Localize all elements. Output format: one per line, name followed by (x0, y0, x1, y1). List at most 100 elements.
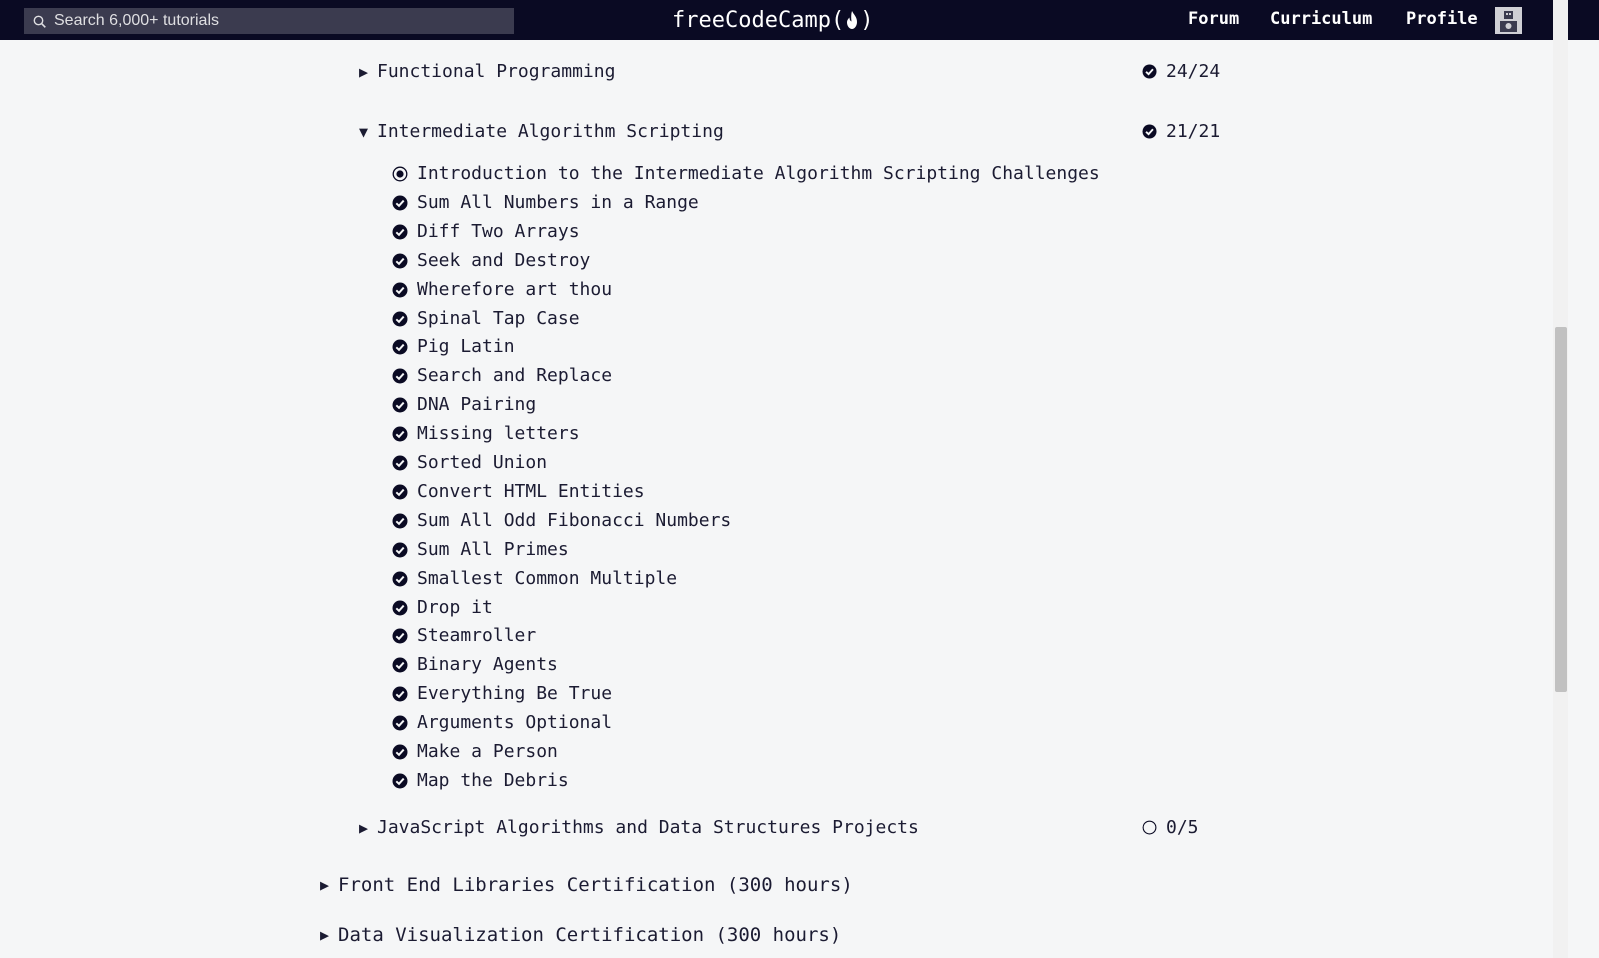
challenge-title: Search and Replace (417, 365, 613, 386)
top-navbar: freeCodeCamp( ) Forum Curriculum Profile (0, 0, 1599, 40)
challenge-title: Drop it (417, 597, 493, 618)
logo-text: freeCodeCamp( (672, 7, 845, 33)
challenge-title: Diff Two Arrays (417, 221, 580, 242)
check-circle-icon (1142, 64, 1157, 79)
challenge-link[interactable]: Sum All Odd Fibonacci Numbers (392, 510, 731, 531)
challenge-title: Introduction to the Intermediate Algorit… (417, 163, 1100, 184)
challenge-link[interactable]: Search and Replace (392, 365, 612, 386)
check-circle-icon (392, 311, 408, 326)
check-circle-icon (392, 484, 408, 499)
challenge-title: Sum All Primes (417, 539, 569, 560)
block-progress-value: 24/24 (1166, 61, 1221, 82)
search-icon (33, 15, 46, 28)
nav-forum-link[interactable]: Forum (1188, 9, 1239, 29)
check-circle-icon (392, 628, 408, 643)
check-circle-icon (392, 253, 408, 268)
block-progress: 0/5 (1142, 817, 1199, 838)
freecodecamp-logo[interactable]: freeCodeCamp( ) (672, 5, 873, 35)
check-circle-icon (392, 426, 408, 441)
challenge-title: Steamroller (417, 625, 537, 646)
challenge-title: Missing letters (417, 423, 580, 444)
challenge-link[interactable]: Binary Agents (392, 654, 558, 675)
block-title: Functional Programming (377, 61, 616, 82)
check-circle-icon (1142, 124, 1157, 139)
radio-selected-icon (392, 166, 408, 181)
challenge-link[interactable]: Spinal Tap Case (392, 308, 580, 329)
challenge-title: DNA Pairing (417, 394, 537, 415)
challenge-link[interactable]: Wherefore art thou (392, 279, 612, 300)
empty-circle-icon (1142, 820, 1157, 835)
logo-text-close: ) (860, 7, 874, 33)
challenge-title: Convert HTML Entities (417, 481, 645, 502)
challenge-title: Arguments Optional (417, 712, 613, 733)
challenge-link[interactable]: Missing letters (392, 423, 580, 444)
challenge-title: Pig Latin (417, 336, 515, 357)
superblock-toggle-data-visualization[interactable]: ▶ Data Visualization Certification (300 … (320, 924, 841, 946)
search-bar[interactable] (24, 8, 514, 34)
check-circle-icon (392, 513, 408, 528)
scrollbar-thumb[interactable] (1555, 327, 1567, 692)
block-progress: 21/21 (1142, 121, 1220, 142)
flame-icon (847, 11, 858, 29)
challenge-title: Binary Agents (417, 654, 558, 675)
challenge-title: Smallest Common Multiple (417, 568, 678, 589)
check-circle-icon (392, 195, 408, 210)
nav-profile-link[interactable]: Profile (1406, 9, 1478, 29)
superblock-title: Data Visualization Certification (300 ho… (338, 924, 842, 946)
challenge-link[interactable]: Arguments Optional (392, 712, 612, 733)
check-circle-icon (392, 397, 408, 412)
challenge-link[interactable]: Diff Two Arrays (392, 221, 580, 242)
caret-right-icon: ▶ (359, 818, 369, 837)
superblock-toggle-front-end-libraries[interactable]: ▶ Front End Libraries Certification (300… (320, 874, 853, 896)
block-progress-value: 0/5 (1166, 817, 1199, 838)
challenge-link[interactable]: Introduction to the Intermediate Algorit… (392, 163, 1100, 184)
block-toggle-javascript-projects[interactable]: ▶ JavaScript Algorithms and Data Structu… (359, 817, 919, 838)
challenge-title: Sorted Union (417, 452, 548, 473)
challenge-title: Map the Debris (417, 770, 569, 791)
challenge-title: Spinal Tap Case (417, 308, 580, 329)
check-circle-icon (392, 657, 408, 672)
check-circle-icon (392, 282, 408, 297)
block-toggle-intermediate-algorithm-scripting[interactable]: ▼ Intermediate Algorithm Scripting (359, 121, 724, 142)
block-progress: 24/24 (1142, 61, 1220, 82)
challenge-link[interactable]: Seek and Destroy (392, 250, 590, 271)
search-input[interactable] (54, 8, 504, 34)
challenge-link[interactable]: Sum All Numbers in a Range (392, 192, 699, 213)
caret-down-icon: ▼ (359, 122, 369, 141)
challenge-link[interactable]: Sorted Union (392, 452, 547, 473)
check-circle-icon (392, 600, 408, 615)
check-circle-icon (392, 455, 408, 470)
challenge-link[interactable]: Sum All Primes (392, 539, 569, 560)
check-circle-icon (392, 686, 408, 701)
challenge-link[interactable]: Make a Person (392, 741, 558, 762)
challenge-link[interactable]: Pig Latin (392, 336, 515, 357)
challenge-title: Seek and Destroy (417, 250, 591, 271)
challenge-link[interactable]: Everything Be True (392, 683, 612, 704)
check-circle-icon (392, 368, 408, 383)
avatar-icon[interactable] (1495, 7, 1522, 34)
check-circle-icon (392, 715, 408, 730)
caret-right-icon: ▶ (320, 926, 330, 944)
check-circle-icon (392, 339, 408, 354)
challenge-link[interactable]: Convert HTML Entities (392, 481, 645, 502)
caret-right-icon: ▶ (359, 62, 369, 81)
block-title: JavaScript Algorithms and Data Structure… (377, 817, 919, 838)
caret-right-icon: ▶ (320, 876, 330, 894)
challenge-link[interactable]: DNA Pairing (392, 394, 536, 415)
challenge-link[interactable]: Map the Debris (392, 770, 569, 791)
challenge-link[interactable]: Smallest Common Multiple (392, 568, 677, 589)
challenge-link[interactable]: Steamroller (392, 625, 536, 646)
challenge-title: Wherefore art thou (417, 279, 613, 300)
challenge-title: Sum All Numbers in a Range (417, 192, 699, 213)
challenge-title: Sum All Odd Fibonacci Numbers (417, 510, 732, 531)
block-toggle-functional-programming[interactable]: ▶ Functional Programming (359, 61, 615, 82)
nav-curriculum-link[interactable]: Curriculum (1270, 9, 1372, 29)
block-title: Intermediate Algorithm Scripting (377, 121, 724, 142)
check-circle-icon (392, 773, 408, 788)
check-circle-icon (392, 744, 408, 759)
check-circle-icon (392, 224, 408, 239)
check-circle-icon (392, 571, 408, 586)
challenge-link[interactable]: Drop it (392, 597, 493, 618)
check-circle-icon (392, 542, 408, 557)
superblock-title: Front End Libraries Certification (300 h… (338, 874, 853, 896)
